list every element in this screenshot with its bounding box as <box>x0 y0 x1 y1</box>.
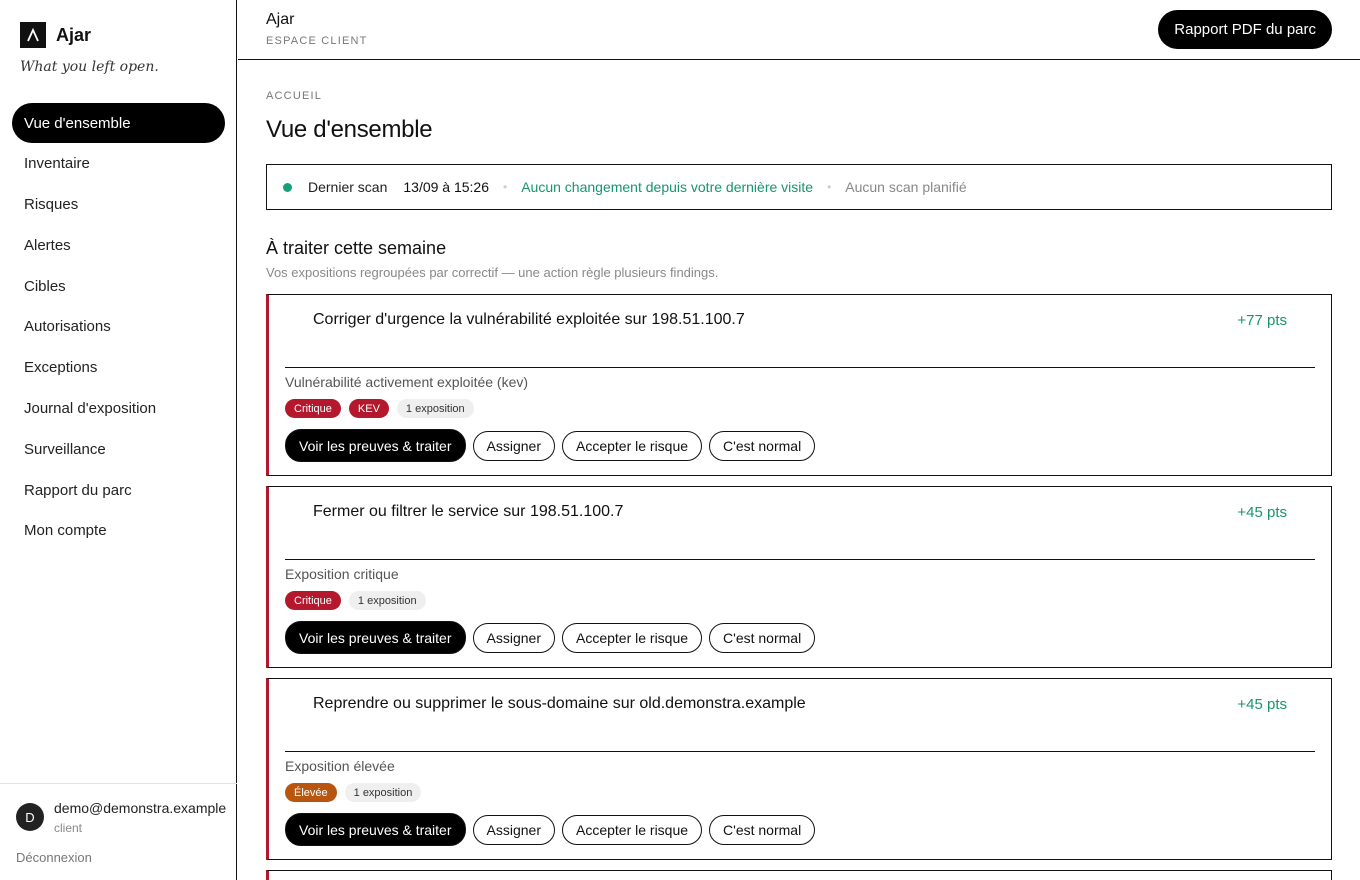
mark-normal-button[interactable]: C'est normal <box>709 622 816 653</box>
exposure-count-badge: 1 exposition <box>348 591 426 610</box>
view-evidence-button[interactable]: Voir les preuves & traiter <box>285 429 466 462</box>
remediation-card <box>266 870 1332 880</box>
card-divider <box>285 559 1315 560</box>
remediation-card: Corriger d'urgence la vulnérabilité expl… <box>266 294 1332 476</box>
brand[interactable]: Ajar <box>20 22 91 48</box>
logout-link[interactable]: Déconnexion <box>16 850 92 865</box>
sidebar-item-alerts[interactable]: Alertes <box>12 225 225 265</box>
sidebar-nav: Vue d'ensemble Inventaire Risques Alerte… <box>12 103 225 552</box>
sidebar-item-exposure-log[interactable]: Journal d'exposition <box>12 389 225 429</box>
sidebar: Ajar What you left open. Vue d'ensemble … <box>0 0 237 880</box>
accept-risk-button[interactable]: Accepter le risque <box>561 814 703 845</box>
accept-risk-button[interactable]: Accepter le risque <box>561 430 703 461</box>
assign-button[interactable]: Assigner <box>472 430 555 461</box>
scan-schedule: Aucun scan planifié <box>845 179 967 195</box>
card-points: +45 pts <box>1237 696 1287 713</box>
card-title: Reprendre ou supprimer le sous-domaine s… <box>313 695 806 712</box>
card-divider <box>285 751 1315 752</box>
status-dot-icon <box>283 182 292 192</box>
sidebar-item-targets[interactable]: Cibles <box>12 266 225 306</box>
sidebar-item-exceptions[interactable]: Exceptions <box>12 348 225 388</box>
card-description: Exposition élevée <box>285 758 395 774</box>
breadcrumb[interactable]: ACCUEIL <box>266 90 322 102</box>
remediation-card: Reprendre ou supprimer le sous-domaine s… <box>266 678 1332 860</box>
scan-status-bar: Dernier scan 13/09 à 15:26 • Aucun chang… <box>266 164 1332 210</box>
brand-tagline: What you left open. <box>20 59 159 75</box>
mark-normal-button[interactable]: C'est normal <box>709 430 816 461</box>
page-title: Vue d'ensemble <box>266 116 433 143</box>
separator-dot: • <box>827 180 832 194</box>
card-description: Vulnérabilité activement exploitée (kev) <box>285 374 529 390</box>
user-email: demo@demonstra.example <box>54 800 227 816</box>
exposure-count-badge: 1 exposition <box>396 399 474 418</box>
sidebar-item-overview[interactable]: Vue d'ensemble <box>12 103 225 143</box>
card-tags: Élevée 1 exposition <box>285 783 429 802</box>
last-scan-label: Dernier scan <box>308 179 388 195</box>
card-tags: Critique 1 exposition <box>285 591 434 610</box>
sidebar-item-risks[interactable]: Risques <box>12 185 225 225</box>
main-content: ACCUEIL Vue d'ensemble Dernier scan 13/0… <box>266 60 1332 880</box>
assign-button[interactable]: Assigner <box>472 814 555 845</box>
exposure-count-badge: 1 exposition <box>344 783 422 802</box>
accept-risk-button[interactable]: Accepter le risque <box>561 622 703 653</box>
severity-badge: Critique <box>285 591 341 610</box>
mark-normal-button[interactable]: C'est normal <box>709 814 816 845</box>
card-title: Fermer ou filtrer le service sur 198.51.… <box>313 503 624 520</box>
severity-badge: Élevée <box>285 783 337 802</box>
remediation-card: Fermer ou filtrer le service sur 198.51.… <box>266 486 1332 668</box>
card-tags: Critique KEV 1 exposition <box>285 399 482 418</box>
last-scan-time: 13/09 à 15:26 <box>403 179 490 195</box>
avatar: D <box>16 803 44 831</box>
assign-button[interactable]: Assigner <box>472 622 555 653</box>
section-subtitle: Vos expositions regroupées par correctif… <box>266 265 719 280</box>
card-description: Exposition critique <box>285 566 399 582</box>
sidebar-item-inventory[interactable]: Inventaire <box>12 144 225 184</box>
header-subtitle: ESPACE CLIENT <box>266 35 368 47</box>
card-divider <box>285 367 1315 368</box>
topbar: Ajar ESPACE CLIENT Rapport PDF du parc <box>238 0 1360 60</box>
sidebar-item-authorizations[interactable]: Autorisations <box>12 307 225 347</box>
change-status: Aucun changement depuis votre dernière v… <box>521 179 814 195</box>
ajar-logo-icon <box>20 22 46 48</box>
brand-name: Ajar <box>56 24 92 45</box>
header-title: Ajar <box>266 11 295 28</box>
view-evidence-button[interactable]: Voir les preuves & traiter <box>285 813 466 846</box>
sidebar-item-fleet-report[interactable]: Rapport du parc <box>12 470 225 510</box>
pdf-report-button[interactable]: Rapport PDF du parc <box>1158 10 1332 49</box>
user-role: client <box>54 821 83 835</box>
card-points: +45 pts <box>1237 504 1287 521</box>
sidebar-item-monitoring[interactable]: Surveillance <box>12 429 225 469</box>
severity-badge: Critique <box>285 399 341 418</box>
section-title: À traiter cette semaine <box>266 238 447 258</box>
sidebar-item-account[interactable]: Mon compte <box>12 511 225 551</box>
view-evidence-button[interactable]: Voir les preuves & traiter <box>285 621 466 654</box>
card-actions: Voir les preuves & traiter Assigner Acce… <box>285 429 822 462</box>
kev-badge: KEV <box>348 399 389 418</box>
separator-dot: • <box>503 180 508 194</box>
card-actions: Voir les preuves & traiter Assigner Acce… <box>285 813 822 846</box>
card-actions: Voir les preuves & traiter Assigner Acce… <box>285 621 822 654</box>
card-title: Corriger d'urgence la vulnérabilité expl… <box>313 311 745 328</box>
user-block: D demo@demonstra.example client Déconnex… <box>0 783 237 880</box>
card-points: +77 pts <box>1237 312 1287 329</box>
